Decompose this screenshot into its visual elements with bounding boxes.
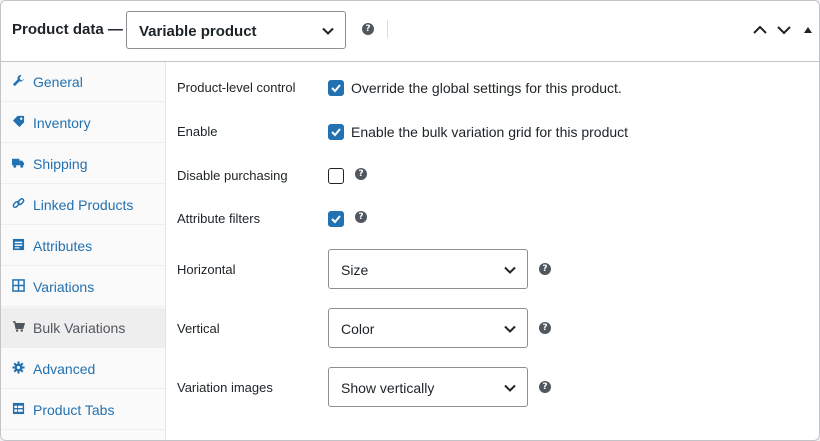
tab-product-tabs[interactable]: Product Tabs — [1, 390, 165, 430]
horizontal-select[interactable]: Size — [328, 249, 528, 289]
tab-linked-products[interactable]: Linked Products — [1, 185, 165, 225]
list-icon — [12, 238, 25, 251]
product-data-tabs: General Inventory Shipping Linked Produc… — [1, 62, 166, 440]
variation-images-select-value: Show vertically — [341, 380, 435, 396]
panel-title: Product data — — [12, 21, 123, 38]
help-icon[interactable]: ? — [355, 211, 367, 223]
vertical-select-value: Color — [341, 321, 375, 337]
horizontal-select-value: Size — [341, 262, 369, 278]
disable-purchasing-checkbox[interactable] — [328, 168, 344, 184]
checkmark-icon — [331, 128, 341, 137]
help-icon[interactable]: ? — [539, 381, 551, 393]
tab-label: General — [33, 74, 83, 90]
chevron-down-icon — [504, 384, 516, 392]
chevron-down-icon — [322, 27, 334, 35]
tab-shipping[interactable]: Shipping — [1, 144, 165, 184]
enable-checkbox[interactable] — [328, 124, 344, 140]
tab-advanced[interactable]: Advanced — [1, 349, 165, 389]
chevron-up-icon[interactable] — [752, 23, 768, 37]
disable-purchasing-label: Disable purchasing — [177, 168, 288, 183]
tab-attributes[interactable]: Attributes — [1, 226, 165, 266]
tab-label: Product Tabs — [33, 402, 115, 418]
header-divider — [387, 20, 388, 38]
enable-label: Enable — [177, 124, 218, 139]
table-icon — [12, 402, 25, 415]
tab-label: Advanced — [33, 361, 96, 377]
checkmark-icon — [331, 84, 341, 93]
collapse-triangle-icon[interactable] — [803, 25, 813, 35]
tab-label: Inventory — [33, 115, 91, 131]
vertical-label: Vertical — [177, 321, 220, 336]
vertical-select[interactable]: Color — [328, 308, 528, 348]
help-icon[interactable]: ? — [539, 263, 551, 275]
panel-header: Product data — Variable product ? — [1, 1, 819, 62]
tab-bulk-variations[interactable]: Bulk Variations — [1, 308, 165, 348]
truck-icon — [12, 158, 25, 168]
product-type-select[interactable]: Variable product — [126, 11, 346, 49]
product-data-panel: Product data — Variable product ? Genera… — [0, 0, 820, 441]
attribute-filters-checkbox[interactable] — [328, 211, 344, 227]
product-type-value: Variable product — [139, 23, 257, 40]
horizontal-label: Horizontal — [177, 262, 236, 277]
link-icon — [12, 198, 25, 209]
tab-label: Linked Products — [33, 197, 134, 213]
tab-label: Attributes — [33, 238, 93, 254]
variation-images-label: Variation images — [177, 380, 273, 395]
gear-icon — [12, 361, 25, 374]
tab-general[interactable]: General — [1, 62, 165, 102]
tab-variations[interactable]: Variations — [1, 267, 165, 307]
chevron-down-icon — [504, 266, 516, 274]
help-icon[interactable]: ? — [539, 322, 551, 334]
tag-icon — [12, 115, 25, 128]
tab-label: Shipping — [33, 156, 88, 172]
tab-label: Bulk Variations — [33, 320, 126, 336]
chevron-down-icon — [504, 325, 516, 333]
wrench-icon — [12, 74, 25, 87]
product-level-control-label: Product-level control — [177, 80, 296, 95]
checkmark-icon — [331, 215, 341, 224]
attribute-filters-label: Attribute filters — [177, 211, 261, 226]
enable-text: Enable the bulk variation grid for this … — [351, 124, 629, 140]
tab-inventory[interactable]: Inventory — [1, 103, 165, 143]
help-icon[interactable]: ? — [355, 168, 367, 180]
grid-icon — [12, 279, 25, 292]
chevron-down-icon[interactable] — [776, 23, 792, 37]
help-icon[interactable]: ? — [362, 23, 374, 35]
cart-icon — [12, 321, 25, 332]
product-level-control-text: Override the global settings for this pr… — [351, 80, 622, 96]
tab-label: Variations — [33, 279, 95, 295]
variation-images-select[interactable]: Show vertically — [328, 367, 528, 407]
product-level-control-checkbox[interactable] — [328, 80, 344, 96]
